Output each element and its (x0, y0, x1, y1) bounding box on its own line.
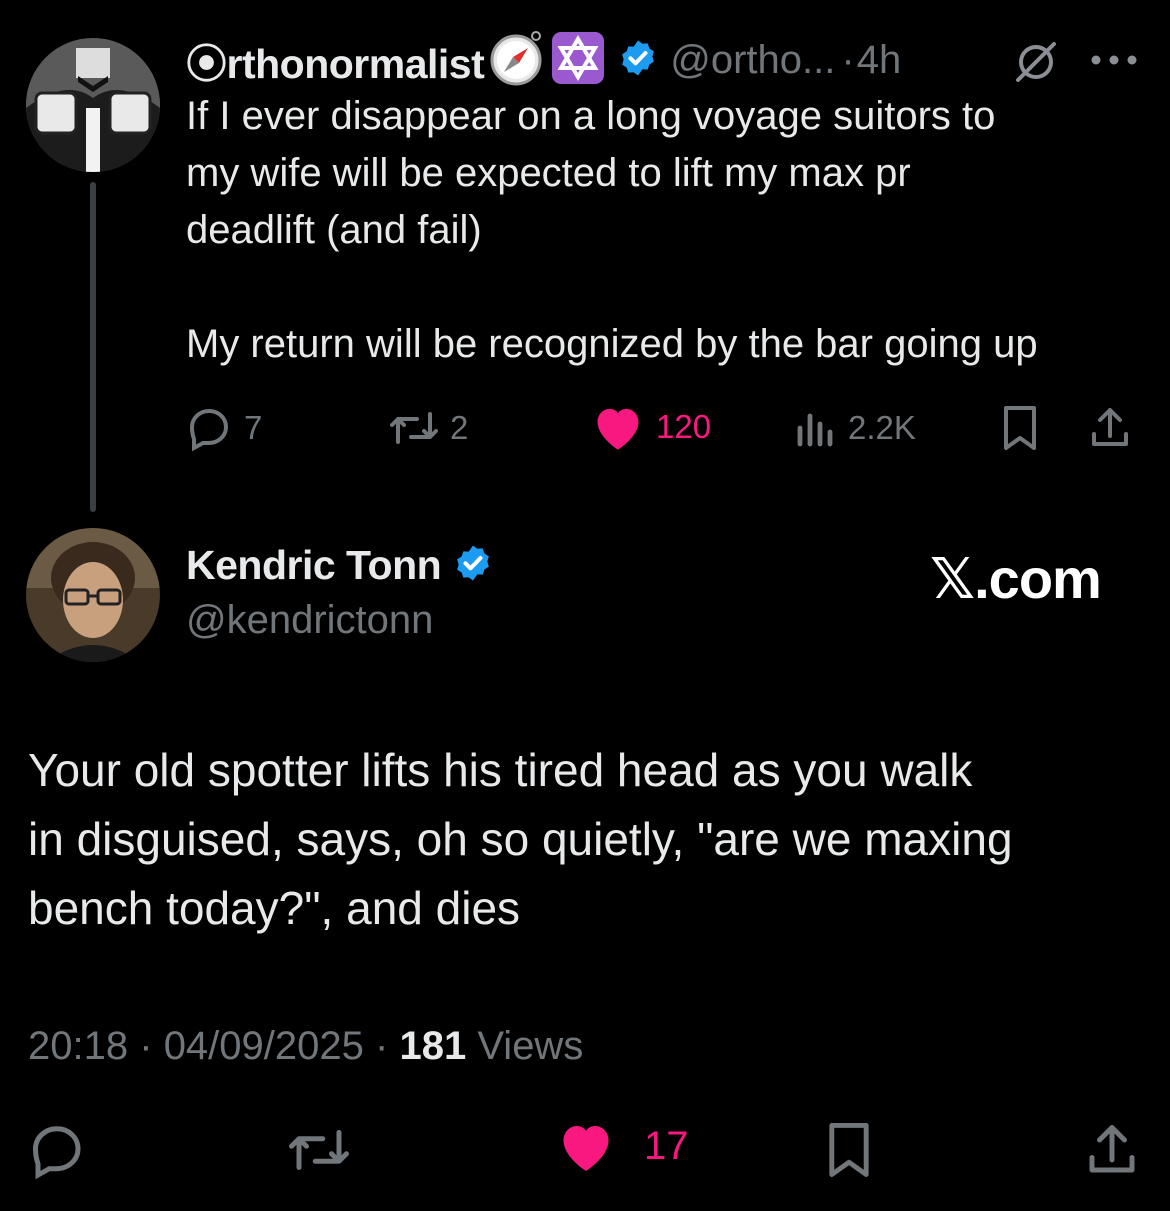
reply-icon (189, 408, 229, 452)
x-com-watermark: 𝕏.com (930, 547, 1102, 610)
original-reply-button[interactable]: 7 (186, 404, 262, 452)
avatar-image (26, 38, 160, 172)
reply-time[interactable]: 20:18 (28, 1024, 128, 1068)
reply-like-button[interactable]: 17 (556, 1118, 689, 1174)
reply-repost-button[interactable] (286, 1120, 352, 1185)
original-repost-count: 2 (450, 409, 469, 446)
grok-icon[interactable] (1012, 38, 1060, 91)
original-header: ⦿rthonormalist @ortho... · 4h (186, 30, 901, 90)
original-handle[interactable]: @ortho... (670, 38, 835, 83)
reply-meta-separator: · (139, 1024, 153, 1068)
original-bookmark-button[interactable] (998, 404, 1042, 457)
original-views-button[interactable]: 2.2K (794, 404, 916, 452)
star-of-david-emoji-icon (550, 30, 606, 91)
avatar-kendrictonn[interactable] (26, 528, 160, 662)
views-icon (797, 413, 833, 447)
original-like-button[interactable]: 120 (590, 402, 711, 452)
bookmark-icon (829, 1123, 869, 1177)
reply-header: Kendric Tonn (186, 542, 493, 589)
original-reply-count: 7 (244, 409, 263, 446)
bookmark-icon (1004, 406, 1036, 450)
thread-connector-line (90, 182, 96, 512)
like-icon (597, 408, 639, 450)
share-icon (1089, 1125, 1135, 1173)
original-text-line: my wife will be expected to lift my max … (186, 151, 911, 195)
reply-text-line: bench today?", and dies (28, 882, 521, 934)
reply-meta-separator: · (375, 1024, 389, 1068)
reply-bookmark-button[interactable] (822, 1120, 876, 1185)
share-icon (1092, 408, 1128, 446)
original-time[interactable]: 4h (857, 38, 902, 83)
reply-icon (32, 1126, 81, 1180)
original-text-line: My return will be recognized by the bar … (186, 322, 1038, 366)
original-separator: · (841, 37, 855, 82)
original-repost-button[interactable]: 2 (388, 404, 468, 452)
original-share-button[interactable] (1086, 404, 1134, 457)
reply-like-count: 17 (644, 1123, 689, 1168)
original-like-count: 120 (656, 408, 712, 445)
verified-badge-icon (453, 543, 493, 588)
reply-tweet-text: Your old spotter lifts his tired head as… (28, 736, 1158, 943)
repost-icon (390, 412, 438, 444)
original-views-count: 2.2K (848, 409, 916, 446)
repost-icon (289, 1130, 349, 1170)
reply-display-name[interactable]: Kendric Tonn (186, 542, 442, 589)
more-icon[interactable] (1086, 50, 1142, 75)
like-icon (563, 1126, 609, 1171)
verified-badge-icon (618, 38, 658, 83)
avatar-image (26, 528, 160, 662)
avatar-orthonormalist[interactable] (26, 38, 160, 172)
reply-handle[interactable]: @kendrictonn (186, 598, 433, 643)
original-text-line (186, 259, 1156, 316)
reply-share-button[interactable] (1082, 1120, 1142, 1185)
original-text-line: If I ever disappear on a long voyage sui… (186, 94, 996, 138)
reply-meta: 20:18 · 04/09/2025 · 181 Views (28, 1024, 583, 1069)
original-display-name[interactable]: ⦿rthonormalist (186, 30, 485, 90)
reply-date[interactable]: 04/09/2025 (164, 1024, 364, 1068)
reply-text-line: Your old spotter lifts his tired head as… (28, 744, 973, 796)
reply-views-count: 181 (399, 1024, 467, 1068)
original-tweet-text: If I ever disappear on a long voyage sui… (186, 88, 1156, 373)
compass-emoji-icon (488, 30, 544, 91)
reply-views-label: Views (477, 1024, 584, 1068)
reply-reply-button[interactable] (28, 1120, 88, 1185)
original-text-line: deadlift (and fail) (186, 208, 482, 252)
reply-text-line: in disguised, says, oh so quietly, "are … (28, 813, 1013, 865)
